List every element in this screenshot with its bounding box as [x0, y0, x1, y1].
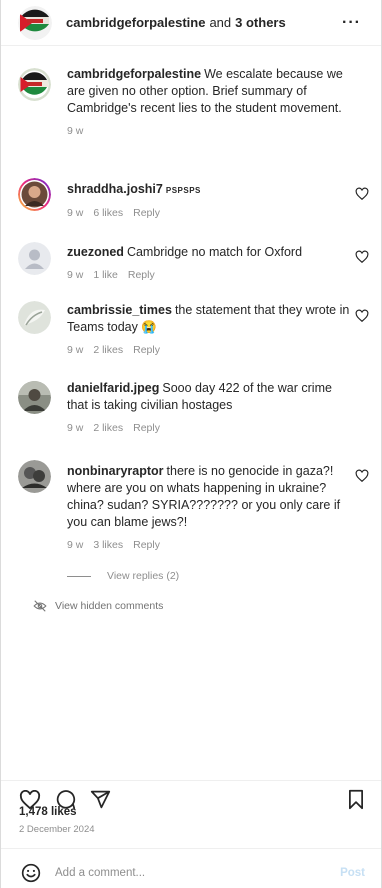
- comment-text-wrap: zuezoned Cambridge no match for Oxford: [67, 244, 351, 261]
- comment-username[interactable]: cambrissie_times: [67, 303, 172, 317]
- comment-time[interactable]: 9 w: [67, 267, 83, 284]
- comment-body: shraddha.joshi7 PSPSPS 9 w 6 likes Reply: [67, 181, 351, 222]
- caption-username[interactable]: cambridgeforpalestine: [67, 67, 201, 81]
- comment-like-heart-icon[interactable]: [355, 309, 369, 323]
- comment-meta: 9 w 6 likes Reply: [67, 205, 351, 222]
- post-authors: cambridgeforpalestine and 3 others: [66, 15, 286, 30]
- share-icon[interactable]: [90, 789, 111, 810]
- comment-body: danielfarid.jpeg Sooo day 422 of the war …: [67, 380, 351, 437]
- replies-divider-line: [67, 575, 91, 577]
- comment-body: cambrissie_times the statement that they …: [67, 302, 351, 359]
- comment-meta: 9 w 2 likes Reply: [67, 420, 351, 437]
- reply-button[interactable]: Reply: [133, 537, 160, 554]
- reply-button[interactable]: Reply: [133, 420, 160, 437]
- comment-likes[interactable]: 6 likes: [93, 205, 123, 222]
- add-comment-row: Post: [1, 857, 381, 888]
- comment-avatar[interactable]: [18, 381, 51, 414]
- comment-like-heart-icon[interactable]: [355, 187, 369, 201]
- post-header: cambridgeforpalestine and 3 others ···: [1, 0, 381, 46]
- comment-text-wrap: danielfarid.jpeg Sooo day 422 of the war …: [67, 380, 351, 414]
- comment-body: nonbinaryraptor there is no genocide in g…: [67, 463, 351, 554]
- header-username[interactable]: cambridgeforpalestine: [66, 15, 205, 30]
- view-replies-button[interactable]: View replies (2): [67, 570, 179, 582]
- comment-input[interactable]: [55, 866, 295, 879]
- comment-meta: 9 w 3 likes Reply: [67, 537, 351, 554]
- comment-text-wrap: shraddha.joshi7 PSPSPS: [67, 181, 351, 199]
- comment-time[interactable]: 9 w: [67, 205, 83, 222]
- bookmark-icon[interactable]: [347, 789, 365, 810]
- comment-avatar[interactable]: [18, 460, 51, 493]
- comment-time[interactable]: 9 w: [67, 537, 83, 554]
- comment-text: Cambridge no match for Oxford: [126, 245, 303, 259]
- header-and: and: [209, 15, 232, 30]
- post-date: 2 December 2024: [19, 824, 95, 835]
- comment-text-wrap: cambrissie_times the statement that they …: [67, 302, 351, 336]
- reply-button[interactable]: Reply: [128, 267, 155, 284]
- eye-off-icon: [33, 600, 47, 612]
- comment-divider: [1, 848, 381, 849]
- post-comment-button[interactable]: Post: [340, 867, 365, 879]
- caption-time[interactable]: 9 w: [67, 123, 83, 140]
- comment-avatar[interactable]: [18, 301, 51, 334]
- caption-avatar[interactable]: [18, 68, 51, 101]
- comment-time[interactable]: 9 w: [67, 420, 83, 437]
- comment-like-heart-icon[interactable]: [355, 469, 369, 483]
- comment-time[interactable]: 9 w: [67, 342, 83, 359]
- comment-avatar[interactable]: [18, 178, 51, 211]
- emoji-icon[interactable]: [21, 863, 41, 883]
- account-avatar[interactable]: [18, 5, 52, 40]
- comment-likes[interactable]: 2 likes: [93, 342, 123, 359]
- comment-username[interactable]: danielfarid.jpeg: [67, 381, 159, 395]
- comment-text: PSPSPS: [165, 186, 201, 195]
- comment-likes[interactable]: 3 likes: [93, 537, 123, 554]
- view-hidden-comments-button[interactable]: View hidden comments: [33, 600, 163, 612]
- comment-like-heart-icon[interactable]: [355, 250, 369, 264]
- comment-likes[interactable]: 2 likes: [93, 420, 123, 437]
- more-options-button[interactable]: ···: [342, 14, 361, 32]
- reply-button[interactable]: Reply: [133, 205, 160, 222]
- comment-username[interactable]: nonbinaryraptor: [67, 464, 164, 478]
- reply-button[interactable]: Reply: [133, 342, 160, 359]
- caption-text-wrap: cambridgeforpalestine We escalate because…: [67, 66, 351, 117]
- post-comments-panel: cambridgeforpalestine and 3 others ··· c…: [0, 0, 382, 888]
- caption-body: cambridgeforpalestine We escalate because…: [67, 66, 351, 140]
- comment-body: zuezoned Cambridge no match for Oxford 9 …: [67, 244, 351, 284]
- comment-username[interactable]: zuezoned: [67, 245, 124, 259]
- likes-count[interactable]: 1,478 likes: [19, 806, 77, 818]
- comment-text-wrap: nonbinaryraptor there is no genocide in g…: [67, 463, 351, 531]
- comment-likes[interactable]: 1 like: [93, 267, 118, 284]
- comment-avatar[interactable]: [18, 242, 51, 275]
- comment-username[interactable]: shraddha.joshi7: [67, 182, 163, 196]
- caption-meta: 9 w: [67, 123, 351, 140]
- comment-meta: 9 w 1 like Reply: [67, 267, 351, 284]
- header-others[interactable]: 3 others: [235, 15, 286, 30]
- hidden-comments-label: View hidden comments: [55, 600, 164, 612]
- view-replies-label: View replies (2): [107, 570, 180, 582]
- actions-divider: [1, 780, 381, 781]
- comment-meta: 9 w 2 likes Reply: [67, 342, 351, 359]
